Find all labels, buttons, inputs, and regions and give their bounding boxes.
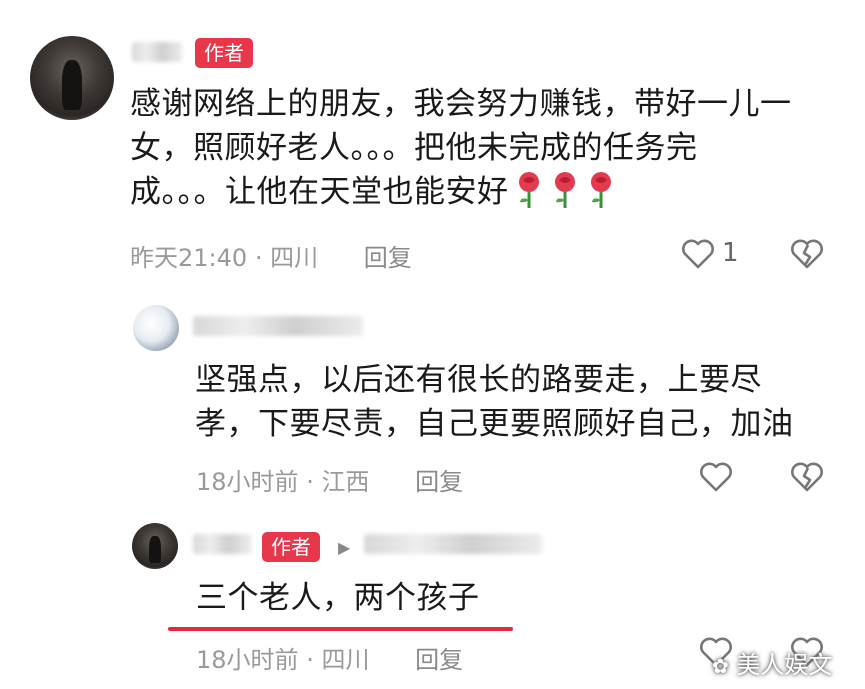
dislike-icon[interactable] bbox=[789, 236, 825, 272]
rose-icon bbox=[590, 172, 611, 208]
like-count: 1 bbox=[722, 238, 739, 268]
comment-line: 女，照顾好老人。。。把他未完成的任务完 bbox=[130, 130, 698, 166]
reply-target-blurred[interactable] bbox=[364, 534, 542, 554]
comment-time: 18小时前 bbox=[196, 468, 299, 496]
comment-line: 感谢网络上的朋友，我会努力赚钱，带好一儿一 bbox=[130, 86, 792, 122]
avatar[interactable] bbox=[133, 305, 179, 351]
reply-button[interactable]: 回复 bbox=[364, 244, 412, 272]
comment-line: 坚强点，以后还有很长的路要走，上要尽 bbox=[195, 362, 762, 398]
author-badge: 作者 bbox=[195, 38, 253, 68]
heart-icon[interactable] bbox=[698, 459, 734, 495]
comment-location: 江西 bbox=[321, 468, 370, 496]
meta-separator: · bbox=[306, 468, 314, 496]
author-badge: 作者 bbox=[262, 532, 320, 562]
username-blurred[interactable] bbox=[193, 534, 251, 554]
avatar[interactable] bbox=[132, 523, 178, 569]
watermark-logo-icon: ✿ bbox=[712, 654, 729, 678]
username-blurred[interactable] bbox=[193, 316, 363, 336]
comment-line: 孝，下要尽责，自己更要照顾好自己，加油 bbox=[195, 406, 794, 442]
comment-text: 坚强点，以后还有很长的路要走，上要尽 孝，下要尽责，自己更要照顾好自己，加油 bbox=[195, 358, 855, 446]
comment-line: 三个老人，两个孩子 bbox=[196, 580, 480, 616]
comment-text: 感谢网络上的朋友，我会努力赚钱，带好一儿一 女，照顾好老人。。。把他未完成的任务… bbox=[130, 82, 850, 214]
watermark: ✿ 美人娱文 bbox=[712, 645, 832, 680]
rose-icon bbox=[518, 172, 539, 208]
comment-time: 18小时前 bbox=[196, 646, 299, 674]
comment-meta: 昨天21:40 · 四川 回复 bbox=[130, 238, 412, 273]
comment-line: 成。。。让他在天堂也能安好 bbox=[130, 170, 850, 214]
comment-location: 四川 bbox=[321, 646, 370, 674]
reply-arrow-icon: ▶ bbox=[338, 538, 351, 557]
comment-text: 三个老人，两个孩子 bbox=[196, 576, 696, 620]
meta-separator: · bbox=[254, 244, 263, 272]
dislike-icon[interactable] bbox=[789, 459, 825, 495]
watermark-text: 美人娱文 bbox=[736, 651, 833, 679]
comment-meta: 18小时前 · 江西 回复 bbox=[196, 462, 463, 497]
highlight-underline bbox=[168, 627, 513, 631]
username-blurred[interactable] bbox=[132, 42, 182, 62]
avatar[interactable] bbox=[30, 36, 114, 120]
heart-icon[interactable] bbox=[680, 236, 716, 272]
reply-button[interactable]: 回复 bbox=[415, 646, 463, 674]
comment-location: 四川 bbox=[270, 244, 319, 272]
reply-button[interactable]: 回复 bbox=[415, 468, 463, 496]
rose-icon bbox=[554, 172, 575, 208]
comment-time: 昨天21:40 bbox=[130, 244, 248, 272]
comment-meta: 18小时前 · 四川 回复 bbox=[196, 640, 463, 675]
meta-separator: · bbox=[306, 646, 314, 674]
comment-thread: 作者 感谢网络上的朋友，我会努力赚钱，带好一儿一 女，照顾好老人。。。把他未完成… bbox=[0, 0, 865, 689]
